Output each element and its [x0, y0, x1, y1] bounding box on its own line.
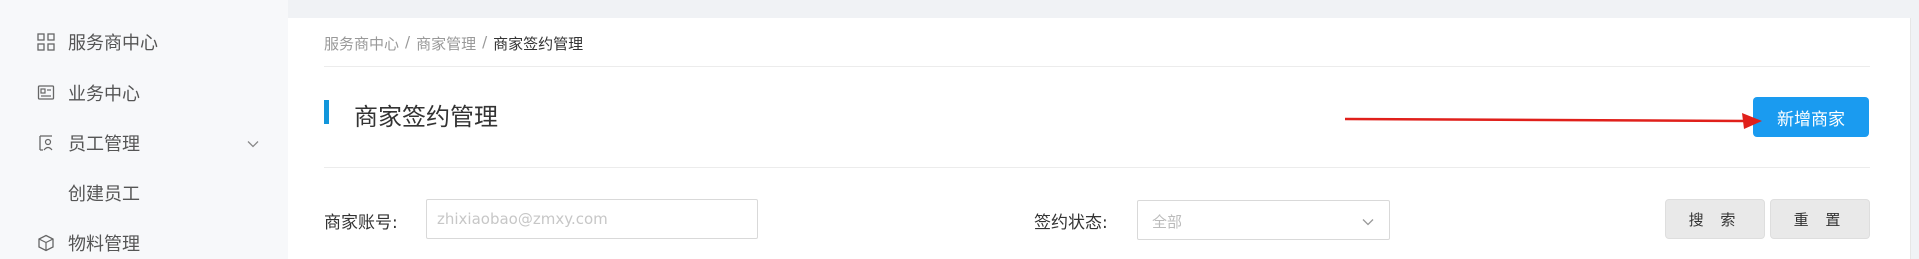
- sidebar-item-label: 业务中心: [68, 84, 140, 105]
- chevron-down-icon: [1361, 214, 1375, 228]
- add-merchant-button[interactable]: 新增商家: [1753, 97, 1869, 137]
- sidebar-item-create-staff[interactable]: 创建员工: [0, 173, 288, 213]
- sidebar-item-staff-management[interactable]: 员工管理: [0, 123, 288, 163]
- breadcrumb-separator: /: [482, 33, 488, 51]
- search-button[interactable]: 搜 索: [1665, 199, 1765, 239]
- main-content: 服务商中心 / 商家管理 / 商家签约管理 商家签约管理 新增商家 商家账号: …: [288, 18, 1910, 259]
- sign-status-select[interactable]: 全部: [1137, 200, 1390, 240]
- chevron-down-icon[interactable]: [246, 136, 260, 150]
- box-icon: [37, 234, 55, 252]
- divider: [324, 66, 1870, 67]
- business-icon: [37, 84, 55, 102]
- breadcrumb-link[interactable]: 商家管理: [416, 33, 476, 54]
- page-title: 商家签约管理: [354, 103, 498, 131]
- sidebar-item-business-center[interactable]: 业务中心: [0, 73, 288, 113]
- divider: [324, 167, 1870, 168]
- breadcrumb-current: 商家签约管理: [493, 35, 584, 53]
- sign-status-label: 签约状态:: [1034, 213, 1108, 233]
- page-gutter: [1910, 0, 1919, 259]
- merchant-account-input[interactable]: [426, 199, 758, 239]
- divider: [1910, 18, 1911, 259]
- sidebar-item-label: 员工管理: [68, 134, 140, 155]
- sidebar-item-label: 物料管理: [68, 234, 140, 255]
- sidebar-item-material-management[interactable]: 物料管理: [0, 223, 288, 259]
- sidebar-item-provider-center[interactable]: 服务商中心: [0, 22, 288, 62]
- sign-status-value: 全部: [1152, 213, 1183, 231]
- merchant-account-label: 商家账号:: [324, 213, 398, 233]
- staff-icon: [37, 134, 55, 152]
- breadcrumb-link[interactable]: 服务商中心: [324, 33, 399, 54]
- sidebar-item-label: 创建员工: [68, 184, 140, 205]
- breadcrumb-separator: /: [405, 33, 411, 51]
- grid-icon: [37, 33, 55, 51]
- sidebar-item-label: 服务商中心: [68, 33, 158, 54]
- title-accent-bar: [324, 100, 329, 124]
- reset-button[interactable]: 重 置: [1770, 199, 1870, 239]
- breadcrumb: 服务商中心 / 商家管理 / 商家签约管理: [324, 33, 583, 54]
- sidebar: 服务商中心 业务中心 员工管理 创建员工 物料管理: [0, 0, 288, 259]
